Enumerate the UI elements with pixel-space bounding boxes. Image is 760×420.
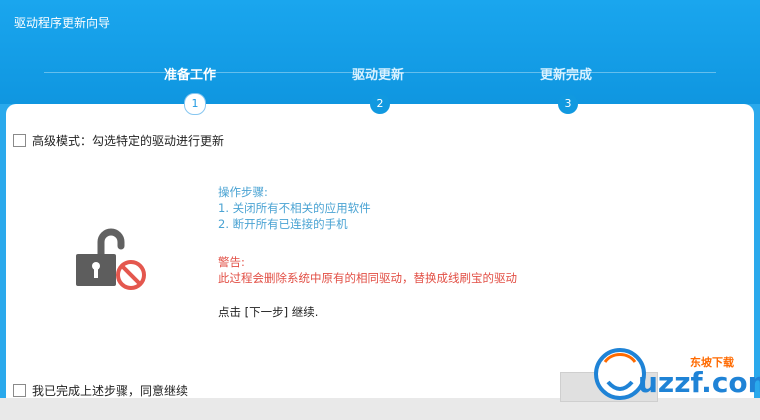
continue-hint: 点击 [下一步] 继续. [218, 305, 319, 319]
window-title: 驱动程序更新向导 [14, 16, 111, 30]
agree-label: 我已完成上述步骤，同意继续 [32, 384, 189, 398]
step-label-complete: 更新完成 [540, 68, 593, 83]
warning-text: 此过程会删除系统中原有的相同驱动，替换成线刷宝的驱动 [218, 271, 517, 285]
advanced-mode-label: 高级模式：勾选特定的驱动进行更新 [32, 134, 225, 148]
instruction-item-1: 1. 关闭所有不相关的应用软件 [218, 201, 371, 215]
step-node-1: 1 [184, 93, 206, 115]
advanced-mode-row[interactable]: 高级模式：勾选特定的驱动进行更新 [13, 132, 224, 149]
instruction-item-2: 2. 断开所有已连接的手机 [218, 217, 348, 231]
advanced-mode-checkbox[interactable] [13, 134, 26, 147]
step-label-prepare: 准备工作 [164, 68, 217, 83]
brand-text: uzzf.com [638, 366, 760, 399]
instructions-title: 操作步骤: [218, 185, 268, 199]
brand-watermark: 东坡下载 uzzf.com [590, 342, 760, 412]
instructions-block: 操作步骤: 1. 关闭所有不相关的应用软件 2. 断开所有已连接的手机 [218, 184, 371, 232]
warning-title: 警告: [218, 255, 245, 269]
step-node-2: 2 [370, 94, 390, 114]
step-node-3: 3 [558, 94, 578, 114]
agree-checkbox[interactable] [13, 384, 26, 397]
wizard-window: 驱动程序更新向导 准备工作 驱动更新 更新完成 高级模式：勾选特定的驱动进行更新… [0, 0, 760, 420]
agree-row[interactable]: 我已完成上述步骤，同意继续 [13, 382, 188, 399]
unlock-prohibited-icon [76, 226, 148, 292]
warning-block: 警告: 此过程会删除系统中原有的相同驱动，替换成线刷宝的驱动 [218, 254, 517, 286]
step-label-update: 驱动更新 [352, 68, 405, 83]
